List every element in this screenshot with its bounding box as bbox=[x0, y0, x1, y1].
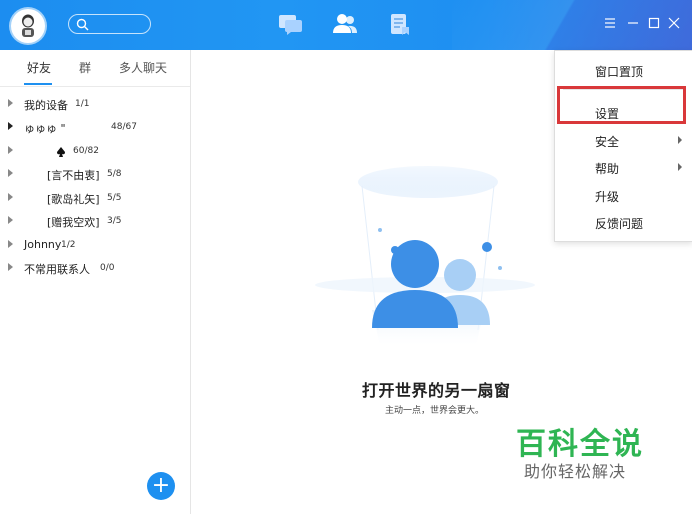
close-icon[interactable] bbox=[668, 17, 680, 29]
expand-arrow-icon bbox=[8, 263, 13, 271]
search-box[interactable] bbox=[68, 14, 151, 34]
add-contact-button[interactable]: + bbox=[147, 472, 175, 500]
menu-item-security[interactable]: 安全 bbox=[595, 133, 619, 150]
group-yanbuyouzhong[interactable]: [言不由衷] 5/8 bbox=[0, 164, 190, 186]
maximize-icon[interactable] bbox=[648, 17, 660, 29]
space-icon[interactable] bbox=[389, 13, 411, 37]
group-spade[interactable]: 60/82 bbox=[0, 141, 190, 163]
expand-arrow-icon bbox=[8, 240, 13, 248]
watermark-subtitle: 助你轻松解决 bbox=[524, 462, 627, 481]
expand-arrow-icon bbox=[8, 146, 13, 154]
menu-item-help[interactable]: 帮助 bbox=[595, 160, 619, 177]
empty-state-title: 打开世界的另一扇窗 bbox=[362, 381, 511, 400]
group-my-devices[interactable]: 我的设备 1/1 bbox=[0, 94, 190, 116]
group-name: Johnny bbox=[24, 238, 62, 251]
group-yuyuyu[interactable]: ゅゅゅ " 48/67 bbox=[0, 117, 190, 139]
message-icon[interactable] bbox=[278, 13, 304, 35]
group-name: [赠我空欢] bbox=[47, 216, 100, 229]
group-name: 我的设备 bbox=[24, 99, 68, 112]
expand-arrow-icon bbox=[8, 99, 13, 107]
contact-panel: 好友 群 多人聊天 我的设备 1/1 ゅゅゅ " 48/67 60/82 [言不… bbox=[0, 50, 191, 514]
menu-item-pin-window[interactable]: 窗口置顶 bbox=[595, 63, 643, 80]
expand-arrow-icon bbox=[8, 122, 13, 130]
settings-highlight-box bbox=[557, 86, 686, 124]
main-menu-dropdown: 窗口置顶 设置 安全 帮助 升级 反馈问题 bbox=[554, 50, 692, 242]
group-gedaolishi[interactable]: [歌岛礼矢] 5/5 bbox=[0, 188, 190, 210]
group-count: 48/67 bbox=[111, 122, 137, 132]
minimize-icon[interactable] bbox=[627, 17, 639, 29]
group-infrequent[interactable]: 不常用联系人 0/0 bbox=[0, 258, 190, 280]
menu-item-feedback[interactable]: 反馈问题 bbox=[595, 215, 643, 232]
group-count: 5/5 bbox=[107, 193, 122, 203]
search-icon bbox=[76, 18, 89, 31]
expand-arrow-icon bbox=[8, 169, 13, 177]
tab-friends[interactable]: 好友 bbox=[27, 59, 51, 76]
hot-air-balloon-illustration bbox=[315, 166, 535, 346]
active-tab-indicator bbox=[24, 83, 52, 85]
watermark-title: 百科全说 bbox=[516, 427, 644, 462]
menu-item-upgrade[interactable]: 升级 bbox=[595, 188, 619, 205]
submenu-arrow-icon bbox=[678, 163, 682, 171]
empty-state-subtitle: 主动一点，世界会更大。 bbox=[385, 406, 485, 416]
group-name: [歌岛礼矢] bbox=[47, 193, 100, 206]
tab-groups[interactable]: 群 bbox=[79, 59, 91, 76]
expand-arrow-icon bbox=[8, 193, 13, 201]
group-count: 1/1 bbox=[75, 99, 90, 109]
group-count: 5/8 bbox=[107, 169, 122, 179]
avatar[interactable] bbox=[11, 9, 45, 43]
group-count: 0/0 bbox=[100, 263, 115, 273]
title-bar bbox=[0, 0, 692, 50]
expand-arrow-icon bbox=[8, 216, 13, 224]
tab-multichat[interactable]: 多人聊天 bbox=[119, 59, 167, 76]
group-name: [言不由衷] bbox=[47, 169, 100, 182]
contacts-icon[interactable] bbox=[332, 13, 358, 35]
group-name: 不常用联系人 bbox=[24, 263, 90, 276]
group-count: 60/82 bbox=[73, 146, 99, 156]
group-count: 1/2 bbox=[61, 240, 76, 250]
submenu-arrow-icon bbox=[678, 136, 682, 144]
contact-tabs: 好友 群 多人聊天 bbox=[0, 50, 190, 87]
group-zengwokonghuan[interactable]: [赠我空欢] 3/5 bbox=[0, 211, 190, 233]
group-johnny[interactable]: Johnny 1/2 bbox=[0, 235, 190, 257]
group-name: ゅゅゅ " bbox=[24, 122, 66, 135]
group-count: 3/5 bbox=[107, 216, 122, 226]
menu-icon[interactable] bbox=[604, 17, 616, 29]
spade-icon bbox=[57, 147, 65, 157]
